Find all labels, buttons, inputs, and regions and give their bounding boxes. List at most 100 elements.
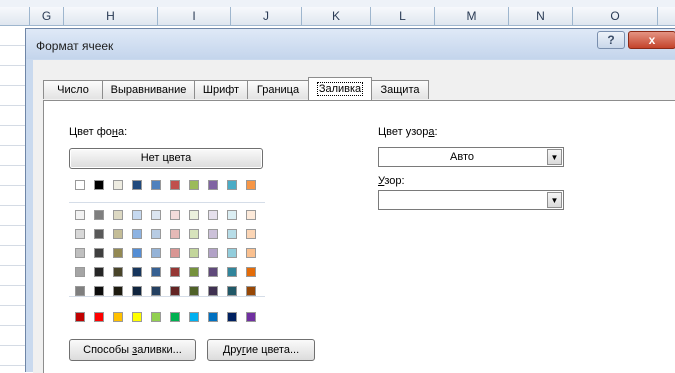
tab-alignment[interactable]: Выравнивание — [102, 80, 195, 99]
color-swatch-theme-4[interactable] — [132, 180, 142, 190]
row-header-corner[interactable] — [0, 7, 30, 25]
dialog-titlebar[interactable]: Формат ячеек ? x — [26, 29, 675, 59]
color-swatch-theme-3[interactable] — [113, 180, 123, 190]
color-swatch-shade2-3[interactable] — [113, 229, 123, 239]
color-swatch-shade4-4[interactable] — [132, 267, 142, 277]
color-swatch-shade4-2[interactable] — [94, 267, 104, 277]
pattern-style-dropdown[interactable]: ▼ — [378, 190, 564, 210]
color-swatch-standard-10[interactable] — [246, 312, 256, 322]
color-swatch-standard-5[interactable] — [151, 312, 161, 322]
color-swatch-shade2-8[interactable] — [208, 229, 218, 239]
pattern-color-value: Авто — [450, 151, 474, 163]
column-header-j[interactable]: J — [231, 7, 302, 25]
palette-separator — [69, 296, 265, 297]
color-swatch-standard-6[interactable] — [170, 312, 180, 322]
color-swatch-shade5-2[interactable] — [94, 286, 104, 296]
fill-effects-button[interactable]: Способы заливки... — [69, 339, 196, 361]
tab-border[interactable]: Граница — [247, 80, 309, 99]
color-swatch-shade5-4[interactable] — [132, 286, 142, 296]
color-swatch-shade5-6[interactable] — [170, 286, 180, 296]
color-swatch-shade3-1[interactable] — [75, 248, 85, 258]
color-swatch-shade3-3[interactable] — [113, 248, 123, 258]
color-swatch-shade3-5[interactable] — [151, 248, 161, 258]
column-header-o[interactable]: O — [573, 7, 658, 25]
pattern-style-label: Узор: — [378, 175, 405, 187]
color-swatch-standard-1[interactable] — [75, 312, 85, 322]
color-swatch-shade2-7[interactable] — [189, 229, 199, 239]
column-header-g[interactable]: G — [30, 7, 64, 25]
color-swatch-shade2-2[interactable] — [94, 229, 104, 239]
chevron-down-icon[interactable]: ▼ — [547, 192, 562, 208]
color-swatch-theme-6[interactable] — [170, 180, 180, 190]
column-header-n[interactable]: N — [509, 7, 573, 25]
column-header-k[interactable]: K — [302, 7, 371, 25]
help-button[interactable]: ? — [597, 31, 625, 49]
color-swatch-shade2-10[interactable] — [246, 229, 256, 239]
color-swatch-shade5-8[interactable] — [208, 286, 218, 296]
more-colors-button[interactable]: Другие цвета... — [207, 339, 315, 361]
color-swatch-shade1-8[interactable] — [208, 210, 218, 220]
color-swatch-shade3-8[interactable] — [208, 248, 218, 258]
color-swatch-shade1-2[interactable] — [94, 210, 104, 220]
color-swatch-standard-3[interactable] — [113, 312, 123, 322]
tab-fill[interactable]: Заливка — [308, 77, 372, 100]
pattern-color-dropdown[interactable]: Авто ▼ — [378, 147, 564, 167]
color-swatch-shade2-5[interactable] — [151, 229, 161, 239]
color-swatch-theme-8[interactable] — [208, 180, 218, 190]
color-swatch-shade2-1[interactable] — [75, 229, 85, 239]
color-swatch-shade4-3[interactable] — [113, 267, 123, 277]
color-swatch-shade1-6[interactable] — [170, 210, 180, 220]
color-swatch-shade5-10[interactable] — [246, 286, 256, 296]
color-swatch-shade5-7[interactable] — [189, 286, 199, 296]
color-swatch-shade1-7[interactable] — [189, 210, 199, 220]
color-swatch-shade2-6[interactable] — [170, 229, 180, 239]
color-swatch-standard-8[interactable] — [208, 312, 218, 322]
color-swatch-shade3-6[interactable] — [170, 248, 180, 258]
color-swatch-shade1-1[interactable] — [75, 210, 85, 220]
color-swatch-shade4-1[interactable] — [75, 267, 85, 277]
color-swatch-shade1-5[interactable] — [151, 210, 161, 220]
no-color-button[interactable]: Нет цвета — [69, 148, 263, 169]
color-swatch-theme-7[interactable] — [189, 180, 199, 190]
color-swatch-theme-1[interactable] — [75, 180, 85, 190]
color-swatch-shade4-5[interactable] — [151, 267, 161, 277]
color-swatch-shade4-10[interactable] — [246, 267, 256, 277]
color-swatch-standard-7[interactable] — [189, 312, 199, 322]
color-swatch-shade3-7[interactable] — [189, 248, 199, 258]
color-swatch-shade4-8[interactable] — [208, 267, 218, 277]
color-swatch-shade4-7[interactable] — [189, 267, 199, 277]
color-swatch-shade2-9[interactable] — [227, 229, 237, 239]
close-button[interactable]: x — [628, 31, 675, 49]
color-swatch-shade5-9[interactable] — [227, 286, 237, 296]
column-header-i[interactable]: I — [158, 7, 231, 25]
color-swatch-shade5-5[interactable] — [151, 286, 161, 296]
color-swatch-theme-10[interactable] — [246, 180, 256, 190]
color-swatch-shade1-4[interactable] — [132, 210, 142, 220]
color-swatch-shade3-9[interactable] — [227, 248, 237, 258]
color-swatch-theme-2[interactable] — [94, 180, 104, 190]
color-swatch-shade1-9[interactable] — [227, 210, 237, 220]
tab-number[interactable]: Число — [43, 80, 103, 99]
color-swatch-shade4-6[interactable] — [170, 267, 180, 277]
color-swatch-standard-4[interactable] — [132, 312, 142, 322]
color-swatch-shade5-3[interactable] — [113, 286, 123, 296]
color-swatch-shade3-10[interactable] — [246, 248, 256, 258]
color-swatch-standard-9[interactable] — [227, 312, 237, 322]
color-swatch-shade3-2[interactable] — [94, 248, 104, 258]
tab-protection[interactable]: Защита — [371, 80, 429, 99]
color-swatch-theme-5[interactable] — [151, 180, 161, 190]
color-swatch-shade5-1[interactable] — [75, 286, 85, 296]
color-swatch-shade1-3[interactable] — [113, 210, 123, 220]
color-swatch-shade4-9[interactable] — [227, 267, 237, 277]
column-header-h[interactable]: H — [64, 7, 158, 25]
color-swatch-shade1-10[interactable] — [246, 210, 256, 220]
column-header-m[interactable]: M — [435, 7, 509, 25]
color-swatch-standard-2[interactable] — [94, 312, 104, 322]
tab-label: Защита — [380, 84, 420, 96]
chevron-down-icon[interactable]: ▼ — [547, 149, 562, 165]
color-swatch-theme-9[interactable] — [227, 180, 237, 190]
color-swatch-shade2-4[interactable] — [132, 229, 142, 239]
color-swatch-shade3-4[interactable] — [132, 248, 142, 258]
tab-font[interactable]: Шрифт — [194, 80, 248, 99]
column-header-l[interactable]: L — [371, 7, 435, 25]
